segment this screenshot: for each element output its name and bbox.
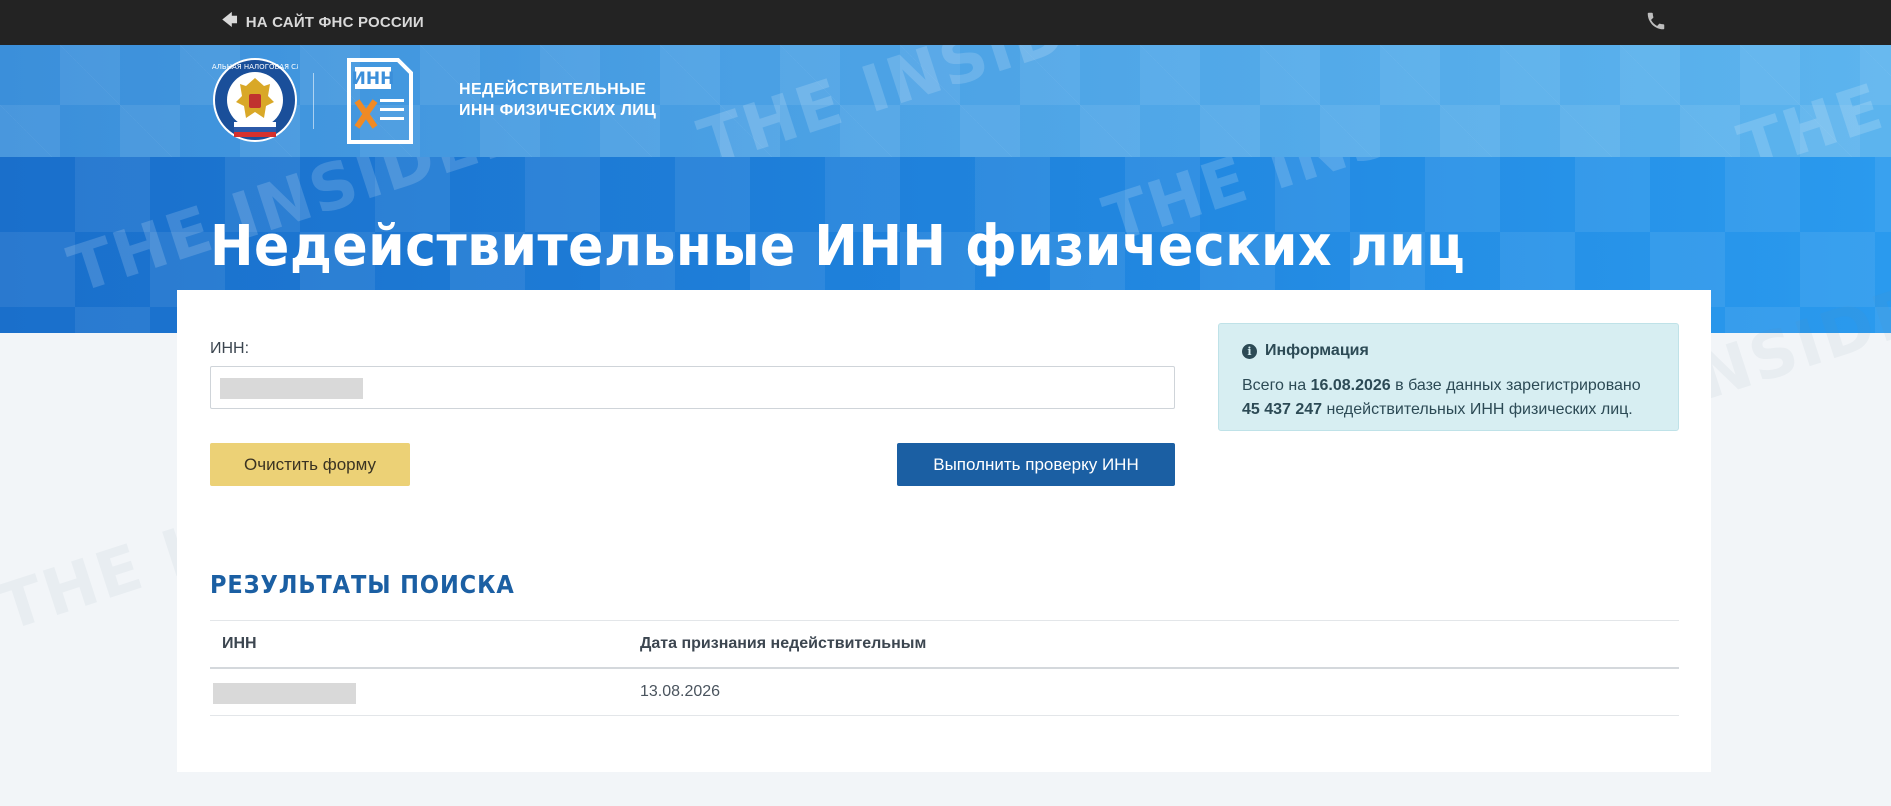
info-title: i Информация [1242, 342, 1369, 360]
back-to-fns-link[interactable]: 🡄 НА САЙТ ФНС РОССИИ [222, 0, 424, 45]
fns-emblem-logo[interactable]: ФЕДЕРАЛЬНАЯ НАЛОГОВАЯ СЛУЖБА [212, 56, 298, 146]
info-circle-icon: i [1242, 343, 1257, 359]
inn-field-label: ИНН: [210, 340, 250, 357]
inn-input[interactable] [210, 366, 1175, 409]
table-row: 13.08.2026 [210, 667, 1679, 716]
cell-date: 13.08.2026 [628, 667, 1679, 716]
logo-divider [313, 73, 314, 129]
inn-document-logo: ИНН [347, 58, 413, 144]
svg-text:ФЕДЕРАЛЬНАЯ НАЛОГОВАЯ СЛУЖБА: ФЕДЕРАЛЬНАЯ НАЛОГОВАЯ СЛУЖБА [212, 63, 298, 71]
page-title: Недействительные ИНН физических лиц [210, 214, 1466, 279]
info-date: 16.08.2026 [1310, 377, 1391, 394]
svg-text:ИНН: ИНН [352, 69, 395, 89]
top-bar: 🡄 НА САЙТ ФНС РОССИИ [0, 0, 1891, 45]
column-header-date: Дата признания недействительным [628, 620, 1679, 669]
arrow-left-icon: 🡄 [222, 12, 238, 29]
redacted-value [213, 682, 356, 704]
phone-icon[interactable] [1645, 10, 1667, 32]
site-header: THE INSIDER THE INSIDER ФЕДЕРАЛЬНАЯ НАЛО… [0, 45, 1891, 157]
results-title: РЕЗУЛЬТАТЫ ПОИСКА [210, 570, 515, 599]
content-card: ИНН: Очистить форму Выполнить проверку И… [177, 290, 1711, 772]
header-title-line1: НЕДЕЙСТВИТЕЛЬНЫЕ [459, 81, 647, 98]
info-title-label: Информация [1265, 342, 1369, 359]
info-panel: i Информация Всего на 16.08.2026 в базе … [1218, 323, 1679, 431]
header-title: НЕДЕЙСТВИТЕЛЬНЫЕ ИНН ФИЗИЧЕСКИХ ЛИЦ [459, 79, 656, 121]
info-count: 45 437 247 [1242, 401, 1323, 418]
column-header-inn: ИНН [210, 620, 628, 669]
cell-inn [210, 667, 628, 716]
results-table: ИНН Дата признания недействительным 13.0… [210, 620, 1679, 716]
redacted-value [220, 378, 363, 399]
header-title-line2: ИНН ФИЗИЧЕСКИХ ЛИЦ [459, 102, 657, 119]
back-link-label: НА САЙТ ФНС РОССИИ [245, 14, 424, 31]
table-header-row: ИНН Дата признания недействительным [210, 620, 1679, 669]
check-inn-button[interactable]: Выполнить проверку ИНН [897, 443, 1175, 486]
clear-form-button[interactable]: Очистить форму [210, 443, 410, 486]
info-text: Всего на 16.08.2026 в базе данных зареги… [1242, 377, 1641, 418]
